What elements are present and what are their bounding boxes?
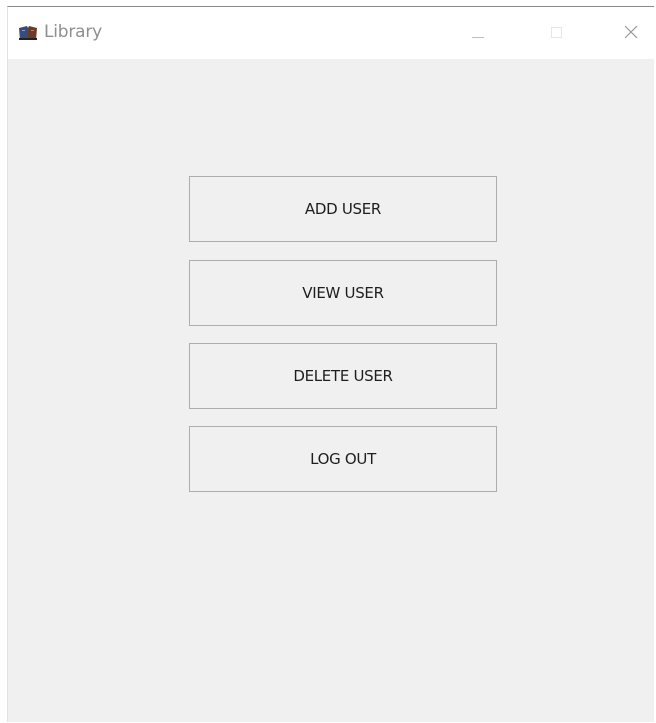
library-window: Library ADD USER VIEW USER DELETE USER L… bbox=[7, 6, 654, 722]
maximize-icon bbox=[551, 24, 563, 43]
log-out-button[interactable]: LOG OUT bbox=[189, 426, 497, 492]
add-user-button[interactable]: ADD USER bbox=[189, 176, 497, 242]
title-bar[interactable]: Library bbox=[8, 7, 654, 59]
minimize-button[interactable] bbox=[455, 7, 501, 59]
window-title: Library bbox=[44, 22, 103, 42]
close-button[interactable] bbox=[608, 7, 654, 59]
books-icon bbox=[18, 25, 38, 41]
maximize-button[interactable] bbox=[534, 7, 580, 59]
close-icon bbox=[624, 24, 638, 43]
view-user-button[interactable]: VIEW USER bbox=[189, 260, 497, 326]
minimize-icon bbox=[472, 24, 484, 43]
delete-user-button[interactable]: DELETE USER bbox=[189, 343, 497, 409]
